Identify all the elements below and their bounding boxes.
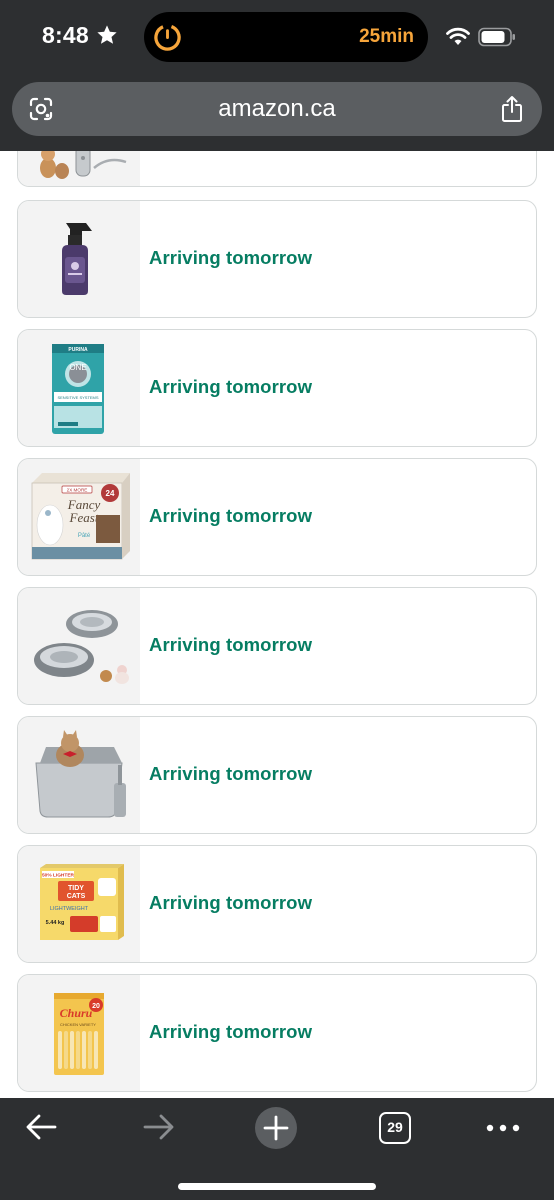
delivery-status[interactable]: Arriving tomorrow bbox=[149, 505, 312, 527]
url-text[interactable]: amazon.ca bbox=[12, 95, 542, 123]
sensitive-label: SENSITIVE SYSTEMS bbox=[57, 395, 98, 400]
order-card[interactable]: 20 Churu CHICKEN VARIETY Arriving tomorr… bbox=[17, 974, 537, 1092]
pate-label: Pâté bbox=[78, 533, 91, 539]
plus-icon bbox=[263, 1115, 289, 1141]
share-icon[interactable] bbox=[500, 95, 524, 123]
forward-icon[interactable] bbox=[142, 1112, 176, 1142]
timer-icon bbox=[154, 24, 181, 51]
order-card[interactable]: PURINA ONE SENSITIVE SYSTEMS Arriving to… bbox=[17, 329, 537, 447]
order-card[interactable]: Arriving tomorrow bbox=[17, 587, 537, 705]
spray-bottle-thumbnail bbox=[18, 201, 140, 317]
battery-icon bbox=[478, 27, 515, 47]
churu-count-label: 20 bbox=[92, 1003, 100, 1010]
wifi-icon bbox=[446, 27, 470, 45]
back-icon[interactable] bbox=[24, 1112, 58, 1142]
browser-bottom-toolbar: 29 bbox=[0, 1098, 554, 1200]
one-label: ONE bbox=[69, 363, 86, 372]
delivery-status[interactable]: Arriving tomorrow bbox=[149, 1021, 312, 1043]
weight-label: 5.44 kg bbox=[46, 920, 65, 926]
browser-top-chrome: 8:48 25min amazon.ca bbox=[0, 0, 554, 151]
steel-bowls-thumbnail bbox=[18, 588, 140, 704]
tidy-cats-box-thumbnail: 50% LIGHTER TIDY CATS LIGHTWEIGHT 5.44 k… bbox=[18, 846, 140, 962]
delivery-status[interactable]: Arriving tomorrow bbox=[149, 247, 312, 269]
delivery-status[interactable]: Arriving tomorrow bbox=[149, 634, 312, 656]
home-indicator[interactable] bbox=[178, 1183, 376, 1190]
tab-count-button[interactable]: 29 bbox=[379, 1112, 411, 1144]
fancy-feast-box-thumbnail: 2X MORE 24 Fancy Feast Pâté bbox=[18, 459, 140, 575]
lighter-label: 50% LIGHTER bbox=[42, 873, 75, 879]
litter-box-thumbnail bbox=[18, 717, 140, 833]
order-card[interactable]: Arriving tomorrow bbox=[17, 716, 537, 834]
order-list: Arriving tomorrow PURINA ONE SENSITIVE S… bbox=[0, 151, 554, 1098]
churu-variety-label: CHICKEN VARIETY bbox=[60, 1022, 96, 1027]
star-icon bbox=[97, 25, 117, 44]
status-bar: 8:48 25min bbox=[0, 0, 554, 74]
delivery-status[interactable]: Arriving tomorrow bbox=[149, 376, 312, 398]
order-card[interactable] bbox=[17, 151, 537, 187]
cats-label: CATS bbox=[67, 893, 86, 900]
address-bar[interactable]: amazon.ca bbox=[12, 82, 542, 136]
more-icon[interactable] bbox=[485, 1122, 521, 1134]
cat-food-bag-thumbnail: PURINA ONE SENSITIVE SYSTEMS bbox=[18, 330, 140, 446]
churu-box-thumbnail: 20 Churu CHICKEN VARIETY bbox=[18, 975, 140, 1091]
status-time: 8:48 bbox=[42, 22, 89, 48]
order-card[interactable]: 2X MORE 24 Fancy Feast Pâté Arriving tom… bbox=[17, 458, 537, 576]
order-card[interactable]: Arriving tomorrow bbox=[17, 200, 537, 318]
new-tab-button[interactable] bbox=[255, 1107, 297, 1149]
lightweight-label: LIGHTWEIGHT bbox=[50, 906, 89, 912]
delivery-status[interactable]: Arriving tomorrow bbox=[149, 892, 312, 914]
order-card[interactable]: 50% LIGHTER TIDY CATS LIGHTWEIGHT 5.44 k… bbox=[17, 845, 537, 963]
churu-label: Churu bbox=[60, 1006, 93, 1020]
cat-toy-thumbnail bbox=[18, 151, 140, 186]
more-label: 2X MORE bbox=[67, 488, 88, 493]
can-count-label: 24 bbox=[106, 489, 115, 498]
tidy-label: TIDY bbox=[68, 885, 84, 892]
dynamic-island[interactable]: 25min bbox=[144, 12, 428, 62]
feast-label: Feast bbox=[69, 510, 99, 525]
purina-label: PURINA bbox=[68, 347, 88, 353]
timer-label: 25min bbox=[359, 26, 414, 47]
delivery-status[interactable]: Arriving tomorrow bbox=[149, 763, 312, 785]
